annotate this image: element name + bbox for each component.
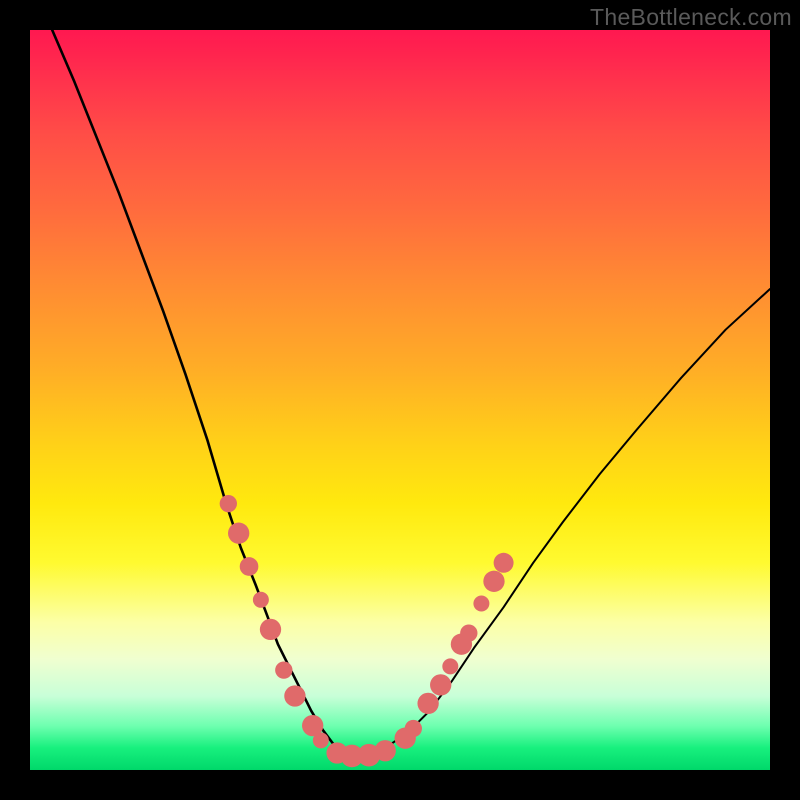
- marker-point: [260, 619, 281, 640]
- marker-point: [240, 557, 259, 576]
- watermark-text: TheBottleneck.com: [590, 4, 792, 31]
- marker-point: [284, 685, 305, 706]
- marker-point: [228, 523, 249, 544]
- chart-overlay: [30, 30, 770, 770]
- marker-point: [313, 732, 329, 748]
- marker-point: [253, 592, 269, 608]
- marker-point: [442, 658, 458, 674]
- chart-curves: [52, 30, 770, 755]
- marker-point: [430, 674, 451, 695]
- marker-point: [375, 740, 396, 761]
- curve-right-curve: [345, 289, 771, 755]
- marker-point: [460, 624, 477, 641]
- marker-point: [483, 571, 504, 592]
- marker-point: [417, 693, 438, 714]
- chart-markers: [220, 495, 514, 767]
- marker-point: [275, 661, 292, 678]
- chart-frame: TheBottleneck.com: [0, 0, 800, 800]
- marker-point: [405, 720, 422, 737]
- marker-point: [494, 553, 514, 573]
- marker-point: [220, 495, 237, 512]
- marker-point: [473, 596, 489, 612]
- curve-left-curve: [52, 30, 344, 755]
